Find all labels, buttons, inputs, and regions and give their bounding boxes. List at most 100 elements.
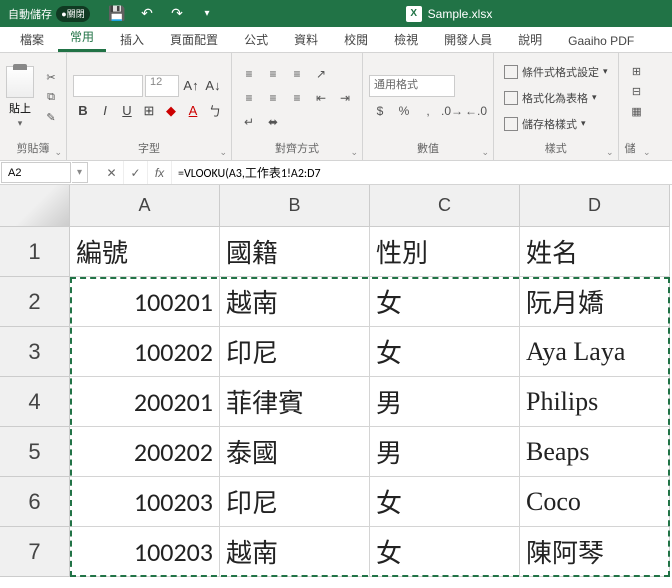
format-painter-icon[interactable]: ✎	[42, 110, 60, 126]
cell[interactable]: 印尼	[220, 477, 370, 527]
enter-formula-icon[interactable]: ✓	[124, 161, 148, 184]
tab-review[interactable]: 校閱	[332, 27, 380, 52]
qat-dropdown-icon[interactable]: ▾	[196, 3, 218, 25]
fx-icon[interactable]: fx	[148, 161, 172, 184]
align-left-icon[interactable]: ≡	[238, 88, 260, 108]
cell[interactable]: 女	[370, 477, 520, 527]
insert-cells-icon[interactable]: ⊞	[628, 63, 646, 79]
orientation-icon[interactable]: ↗	[310, 64, 332, 84]
tab-formulas[interactable]: 公式	[232, 27, 280, 52]
col-header-c[interactable]: C	[370, 185, 520, 227]
cell[interactable]: 阮月嬌	[520, 277, 670, 327]
cell[interactable]: 女	[370, 327, 520, 377]
cell[interactable]: 男	[370, 377, 520, 427]
tab-file[interactable]: 檔案	[8, 27, 56, 52]
row-header[interactable]: 2	[0, 277, 70, 327]
row-header[interactable]: 6	[0, 477, 70, 527]
conditional-format-button[interactable]: 條件式格式設定▾	[500, 60, 612, 84]
wrap-text-icon[interactable]: ↵	[238, 112, 260, 132]
cell[interactable]: 女	[370, 277, 520, 327]
paste-button[interactable]: 貼上 ▾	[6, 66, 34, 129]
tab-view[interactable]: 檢視	[382, 27, 430, 52]
cell[interactable]: 越南	[220, 527, 370, 577]
cell[interactable]: 100201	[70, 277, 220, 327]
name-box[interactable]: A2	[1, 162, 71, 183]
merge-button[interactable]: ⬌	[262, 112, 284, 132]
cell[interactable]: Beaps	[520, 427, 670, 477]
font-name-select[interactable]	[73, 75, 143, 97]
bold-button[interactable]: B	[73, 101, 93, 121]
formula-input[interactable]: =VLOOKU(A3,工作表1!A2:D7	[172, 161, 672, 184]
cell[interactable]: 泰國	[220, 427, 370, 477]
cell[interactable]: Coco	[520, 477, 670, 527]
font-color-button[interactable]: A	[183, 101, 203, 121]
cell[interactable]: Aya Laya	[520, 327, 670, 377]
align-top-icon[interactable]: ≡	[238, 64, 260, 84]
cell[interactable]: 200202	[70, 427, 220, 477]
cell[interactable]: 性別	[370, 227, 520, 277]
increase-font-icon[interactable]: A↑	[181, 76, 201, 96]
cell[interactable]: 200201	[70, 377, 220, 427]
save-icon[interactable]: 💾	[106, 3, 128, 25]
align-bottom-icon[interactable]: ≡	[286, 64, 308, 84]
row-header[interactable]: 1	[0, 227, 70, 277]
cell[interactable]: 100202	[70, 327, 220, 377]
col-header-b[interactable]: B	[220, 185, 370, 227]
cell[interactable]: 100203	[70, 527, 220, 577]
cell[interactable]: 陳阿琴	[520, 527, 670, 577]
tab-developer[interactable]: 開發人員	[432, 27, 504, 52]
cut-icon[interactable]: ✂	[42, 70, 60, 86]
autosave-switch[interactable]: ●關閉	[56, 6, 90, 22]
underline-button[interactable]: U	[117, 101, 137, 121]
delete-cells-icon[interactable]: ⊟	[628, 83, 646, 99]
row-header[interactable]: 4	[0, 377, 70, 427]
format-cells-icon[interactable]: ▦	[628, 103, 646, 119]
increase-decimal-icon[interactable]: .0→	[441, 101, 463, 121]
cell[interactable]: Philips	[520, 377, 670, 427]
cell[interactable]: 菲律賓	[220, 377, 370, 427]
row-header[interactable]: 7	[0, 527, 70, 577]
align-center-icon[interactable]: ≡	[262, 88, 284, 108]
copy-icon[interactable]: ⧉	[42, 90, 60, 106]
cell[interactable]: 100203	[70, 477, 220, 527]
tab-home[interactable]: 常用	[58, 24, 106, 52]
currency-icon[interactable]: $	[369, 101, 391, 121]
align-right-icon[interactable]: ≡	[286, 88, 308, 108]
row-header[interactable]: 3	[0, 327, 70, 377]
phonetic-button[interactable]: ㄅ	[205, 101, 225, 121]
name-box-dropdown-icon[interactable]: ▾	[72, 162, 88, 183]
fill-color-button[interactable]: ◆	[161, 101, 181, 121]
decrease-decimal-icon[interactable]: ←.0	[465, 101, 487, 121]
cell[interactable]: 印尼	[220, 327, 370, 377]
row-header[interactable]: 5	[0, 427, 70, 477]
font-size-select[interactable]: 12	[145, 75, 179, 97]
align-middle-icon[interactable]: ≡	[262, 64, 284, 84]
autosave-toggle[interactable]: 自動儲存 ●關閉	[0, 6, 98, 22]
redo-icon[interactable]: ↷	[166, 3, 188, 25]
tab-data[interactable]: 資料	[282, 27, 330, 52]
comma-icon[interactable]: ,	[417, 101, 439, 121]
cell[interactable]: 編號	[70, 227, 220, 277]
italic-button[interactable]: I	[95, 101, 115, 121]
undo-icon[interactable]: ↶	[136, 3, 158, 25]
select-all-corner[interactable]	[0, 185, 70, 227]
cell[interactable]: 女	[370, 527, 520, 577]
percent-icon[interactable]: %	[393, 101, 415, 121]
tab-layout[interactable]: 頁面配置	[158, 27, 230, 52]
border-button[interactable]: ⊞	[139, 101, 159, 121]
cell[interactable]: 國籍	[220, 227, 370, 277]
cancel-formula-icon[interactable]: ✕	[100, 161, 124, 184]
tab-insert[interactable]: 插入	[108, 27, 156, 52]
tab-gaaiho[interactable]: Gaaiho PDF	[556, 30, 646, 52]
indent-decrease-icon[interactable]: ⇤	[310, 88, 332, 108]
col-header-d[interactable]: D	[520, 185, 670, 227]
indent-increase-icon[interactable]: ⇥	[334, 88, 356, 108]
cell[interactable]: 姓名	[520, 227, 670, 277]
decrease-font-icon[interactable]: A↓	[203, 76, 223, 96]
col-header-a[interactable]: A	[70, 185, 220, 227]
tab-help[interactable]: 說明	[506, 27, 554, 52]
cell[interactable]: 男	[370, 427, 520, 477]
number-format-select[interactable]: 通用格式	[369, 75, 455, 97]
cell-styles-button[interactable]: 儲存格樣式▾	[500, 112, 612, 136]
cell[interactable]: 越南	[220, 277, 370, 327]
